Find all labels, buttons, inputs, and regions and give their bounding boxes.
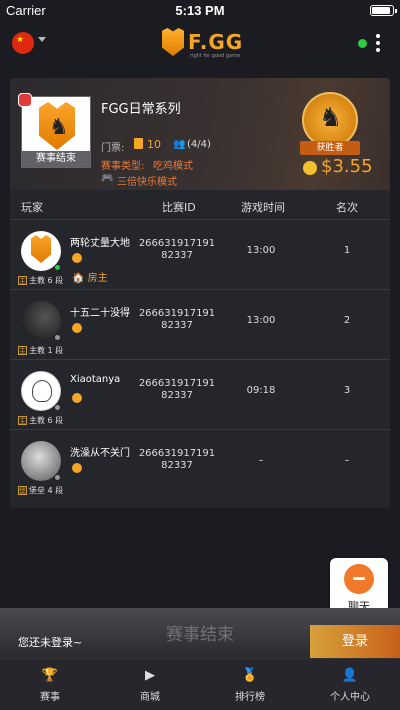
match-name: FGG日常系列 (101, 102, 181, 117)
match-thumbnail: ♞ 赛事结束 (21, 96, 91, 168)
tab-bar: 🏆 赛事 ▶ 商城 🏅 排行榜 👤 个人中心 (0, 658, 400, 710)
tab-label: 赛事 (40, 692, 60, 703)
game-time: 13:00 (246, 245, 276, 256)
header-match-id: 比赛ID (162, 201, 196, 214)
tab-shop[interactable]: ▶ 商城 (110, 667, 190, 703)
table-row[interactable]: 主主教 6 段 Xiaotanya 26663191719182337 09:1… (10, 361, 390, 430)
place: 3 (343, 385, 351, 396)
login-bar: 赛事结束 您还未登录~ 登录 (0, 608, 400, 658)
tab-matches[interactable]: 🏆 赛事 (10, 667, 90, 703)
chevron-down-icon[interactable] (38, 37, 46, 42)
player-name: Xiaotanya (70, 374, 121, 385)
player-name: 十五二十没得 (70, 308, 130, 319)
player-name: 两轮丈量大地 (70, 238, 130, 249)
app-logo: F.GG right for good game (162, 26, 242, 60)
online-status-dot (358, 39, 367, 48)
tab-label: 商城 (140, 692, 160, 703)
header-place: 名次 (336, 201, 358, 214)
offline-status-dot (54, 474, 61, 481)
online-status-dot (54, 264, 61, 271)
player-profile-icon[interactable] (72, 393, 82, 403)
login-prompt: 您还未登录~ (18, 636, 83, 649)
rank-text: 堡垒 4 段 (29, 486, 64, 495)
match-summary: ♞ 赛事结束 FGG日常系列 门票: 10 👥 (4/4) 赛事类型: 吃鸡模式… (10, 78, 390, 190)
game-badge-icon (18, 93, 32, 107)
ranking-icon: 🏅 (241, 668, 259, 683)
top-bar: ★ F.GG right for good game (0, 20, 400, 68)
sketch-face-icon (32, 380, 52, 402)
header-player: 玩家 (21, 201, 43, 214)
table-row[interactable]: 主主教 1 段 十五二十没得 26663191719182337 13:00 2 (10, 291, 390, 360)
game-time: 13:00 (246, 315, 276, 326)
player-profile-icon[interactable] (72, 323, 82, 333)
place: 1 (343, 245, 351, 256)
match-card: ♞ 赛事结束 FGG日常系列 门票: 10 👥 (4/4) 赛事类型: 吃鸡模式… (10, 78, 390, 508)
table-header: 玩家 比赛ID 游戏时间 名次 (10, 190, 390, 220)
clock: 5:13 PM (175, 3, 225, 18)
player-name: 洗澡从不关门 (70, 448, 130, 459)
battery-icon (370, 5, 397, 16)
game-time: 09:18 (246, 385, 276, 396)
match-mode-value: 三倍快乐模式 (117, 177, 177, 188)
crest-icon (162, 28, 184, 56)
more-menu-icon[interactable] (376, 34, 382, 52)
ticket-value: 10 (147, 138, 161, 151)
rank-icon: 主 (18, 346, 27, 355)
match-id: 26663191719182337 (138, 308, 216, 331)
login-button[interactable]: 登录 (310, 625, 400, 658)
player-profile-icon[interactable] (72, 463, 82, 473)
game-time: – (258, 455, 264, 466)
prize-amount: $3.55 (321, 156, 373, 177)
chat-bubble-icon (344, 564, 374, 594)
match-id: 26663191719182337 (138, 238, 216, 261)
crest-icon (31, 235, 51, 263)
video-icon: ▶ (145, 668, 155, 683)
user-icon: 👤 (341, 668, 359, 683)
match-id: 26663191719182337 (138, 378, 216, 401)
match-type-label: 赛事类型: (101, 161, 145, 172)
player-profile-icon[interactable] (72, 253, 82, 263)
header-game-time: 游戏时间 (241, 201, 285, 214)
place: – (344, 455, 350, 466)
rank-badge: 主主教 6 段 (18, 415, 63, 426)
rank-badge: 主主教 1 段 (18, 345, 63, 356)
table-row[interactable]: 堡堡垒 4 段 洗澡从不关门 26663191719182337 – – (10, 431, 390, 500)
trophy-icon: 🏆 (41, 668, 59, 683)
gamepad-icon: 🎮 (101, 173, 114, 184)
tab-label: 排行榜 (235, 692, 265, 703)
tab-profile[interactable]: 👤 个人中心 (310, 667, 390, 703)
china-flag-icon[interactable]: ★ (12, 32, 34, 54)
place: 2 (343, 315, 351, 326)
ticket-icon (134, 138, 143, 149)
chess-knight-icon: ♞ (49, 115, 69, 140)
rank-icon: 主 (18, 416, 27, 425)
logo-tagline: right for good game (190, 53, 241, 59)
host-text: 房主 (87, 273, 108, 284)
rank-text: 主教 1 段 (29, 346, 64, 355)
tab-ranking[interactable]: 🏅 排行榜 (210, 667, 290, 703)
rank-icon: 主 (18, 276, 27, 285)
match-type-value: 吃鸡模式 (153, 161, 193, 172)
offline-status-dot (54, 334, 61, 341)
winner-medal-icon: ♞ (302, 92, 358, 148)
match-ended-label: 赛事结束 (22, 151, 90, 167)
match-id: 26663191719182337 (138, 448, 216, 471)
rank-text: 主教 6 段 (29, 276, 64, 285)
table-row[interactable]: 主主教 6 段 两轮丈量大地 🏠 房主 26663191719182337 13… (10, 221, 390, 290)
players-icon: 👥 (173, 139, 186, 150)
rank-badge: 主主教 6 段 (18, 275, 63, 286)
chess-knight-icon: ♞ (319, 103, 343, 133)
logo-text: F.GG (188, 30, 244, 54)
winner-label: 获胜者 (300, 141, 360, 155)
rank-badge: 堡堡垒 4 段 (18, 485, 63, 496)
tab-label: 个人中心 (330, 692, 370, 703)
players-value: (4/4) (187, 139, 211, 150)
ticket-label: 门票: (101, 143, 125, 154)
coin-icon (303, 161, 317, 175)
host-label: 🏠 房主 (72, 273, 108, 284)
status-bar: Carrier 5:13 PM (0, 0, 400, 20)
rank-text: 主教 6 段 (29, 416, 64, 425)
rank-icon: 堡 (18, 486, 27, 495)
offline-status-dot (54, 404, 61, 411)
